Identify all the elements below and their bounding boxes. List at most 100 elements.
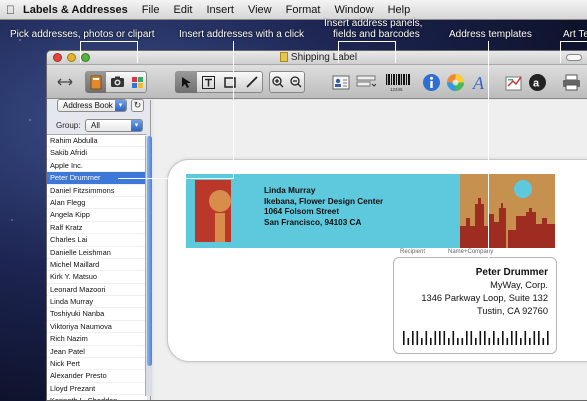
pointer-icon[interactable] (175, 71, 197, 93)
menu-insert[interactable]: Insert (206, 4, 234, 16)
contact-list-item[interactable]: Apple Inc. (47, 160, 147, 173)
callout-panels-1: Insert address panels, (324, 18, 423, 29)
group-label: Group: (56, 121, 81, 130)
contact-list-item[interactable]: Leonard Mazoori (47, 284, 147, 297)
amazon-icon[interactable]: a (525, 70, 549, 94)
recipient-city: Tustin, CA 92760 (477, 306, 548, 316)
contact-list-item[interactable]: Alexander Presto (47, 370, 147, 383)
callout-line (395, 41, 396, 63)
recipient-name: Peter Drummer (475, 267, 548, 278)
templates-icon[interactable] (502, 70, 526, 94)
chevron-down-icon: ▾ (115, 100, 126, 111)
shipping-label[interactable]: Linda Murray Ikebana, Flower Design Cent… (167, 159, 587, 362)
sender-city: San Francisco, 94103 CA (264, 217, 362, 227)
callout-line (233, 41, 234, 179)
fields-icon[interactable] (354, 70, 378, 94)
callout-line (338, 41, 396, 42)
contact-list-item[interactable]: Rich Nazim (47, 333, 147, 346)
scrollbar-thumb[interactable] (147, 136, 152, 366)
menu-app-name[interactable]: Labels & Addresses (23, 4, 128, 16)
sender-name: Linda Murray (264, 186, 316, 195)
address-book-icon[interactable] (86, 71, 106, 93)
callout-pick: Pick addresses, photos or clipart (10, 29, 155, 40)
colors-icon[interactable] (443, 70, 467, 94)
recipient-street: 1346 Parkway Loop, Suite 132 (421, 293, 548, 303)
toolbar-toggle-button[interactable] (566, 54, 582, 61)
recipient-tag[interactable]: Recipient (400, 249, 425, 255)
window-titlebar[interactable]: Shipping Label (47, 51, 587, 65)
sender-address[interactable]: Linda Murray Ikebana, Flower Design Cent… (264, 186, 383, 228)
contact-list-item[interactable]: Nick Pert (47, 358, 147, 371)
callout-line (560, 41, 587, 42)
expand-arrows-icon[interactable] (53, 70, 77, 94)
barcode-icon[interactable]: 12345 (383, 70, 413, 94)
design-canvas[interactable]: Linda Murray Ikebana, Flower Design Cent… (154, 100, 587, 400)
contact-list-item[interactable]: Jean Patel (47, 346, 147, 359)
contact-list-item[interactable]: Linda Murray (47, 296, 147, 309)
window-title: Shipping Label (290, 52, 358, 63)
contact-list-item[interactable]: Rahim Abdulla (47, 135, 147, 148)
contact-list-scrollbar[interactable] (145, 136, 152, 396)
contact-list-item[interactable]: Daniel Fitzsimmons (47, 185, 147, 197)
contact-list-item[interactable]: Kirk Y. Matsuo (47, 271, 147, 284)
contact-list: Rahim Abdulla Sakib Afridi Apple Inc. Peter… (47, 134, 147, 400)
menu-view[interactable]: View (248, 4, 272, 16)
menu-help[interactable]: Help (388, 4, 411, 16)
contact-list-item[interactable]: Lloyd Prezant (47, 383, 147, 396)
apple-menu-icon[interactable]:  (6, 3, 15, 17)
contact-list-item[interactable]: Ralf Kratz (47, 222, 147, 235)
callout-line (488, 41, 489, 259)
callout-line (118, 178, 234, 179)
contact-list-item[interactable]: Alan Flegg (47, 197, 147, 210)
sidebar: Address Book ▾ ↻ Group: All ▾ Rahim Abdu… (47, 99, 152, 400)
address-source-value: Address Book (63, 101, 113, 110)
group-value: All (91, 121, 100, 130)
contact-list-item[interactable]: Sakib Afridi (47, 147, 147, 160)
line-tool-icon[interactable] (241, 71, 263, 93)
text-tool-icon[interactable] (197, 71, 219, 93)
info-icon[interactable] (419, 70, 443, 94)
contact-list-item[interactable]: Michel Maillard (47, 259, 147, 272)
contact-list-item[interactable]: Kenneth L. Sheddan (47, 395, 147, 400)
address-panel-icon[interactable] (329, 70, 353, 94)
callout-art: Art Te (563, 29, 587, 40)
svg-text:a: a (533, 77, 540, 89)
document-icon (279, 52, 288, 62)
contact-list-item[interactable]: Angela Kipp (47, 209, 147, 222)
template-tag[interactable]: Name+Company (448, 249, 493, 255)
toolbar: 12345 A a (47, 65, 587, 99)
sender-company: Ikebana, Flower Design Center (264, 196, 384, 206)
callout-line (80, 41, 81, 63)
callout-line (338, 41, 339, 63)
menu-edit[interactable]: Edit (173, 4, 192, 16)
clipart-grid-icon[interactable] (127, 71, 147, 93)
callout-line (80, 41, 138, 42)
barcode-caption: 12345 (390, 87, 403, 92)
address-source-select[interactable]: Address Book ▾ (57, 99, 127, 112)
print-icon[interactable] (559, 70, 583, 94)
group-select[interactable]: All ▾ (85, 119, 143, 132)
zoom-in-icon[interactable] (269, 71, 287, 93)
sender-street: 1064 Folsom Street (264, 207, 340, 216)
postal-barcode (403, 331, 549, 345)
rectangle-tool-icon[interactable] (219, 71, 241, 93)
contact-list-item[interactable]: Viktoriya Naumova (47, 321, 147, 334)
skyline-image (460, 174, 555, 248)
contact-list-item[interactable]: Danielle Leishman (47, 247, 147, 259)
menu-file[interactable]: File (142, 4, 160, 16)
chevron-down-icon: ▾ (131, 120, 142, 131)
contact-list-item[interactable]: Charles Lai (47, 234, 147, 247)
zoom-out-icon[interactable] (287, 71, 305, 93)
refresh-icon[interactable]: ↻ (131, 99, 144, 112)
contact-list-item[interactable]: Toshiyuki Nanba (47, 308, 147, 321)
sender-banner[interactable]: Linda Murray Ikebana, Flower Design Cent… (186, 174, 555, 248)
menu-window[interactable]: Window (334, 4, 373, 16)
menu-bar:  Labels & Addresses File Edit Insert Vi… (0, 0, 587, 20)
callout-templates: Address templates (449, 29, 532, 40)
recipient-panel[interactable]: Recipient Name+Company Peter Drummer MyW… (393, 249, 557, 354)
recipient-company: MyWay, Corp. (490, 280, 548, 290)
camera-icon[interactable] (107, 71, 127, 93)
menu-format[interactable]: Format (286, 4, 321, 16)
abstract-art-image (195, 180, 231, 242)
svg-text:A: A (472, 73, 485, 92)
